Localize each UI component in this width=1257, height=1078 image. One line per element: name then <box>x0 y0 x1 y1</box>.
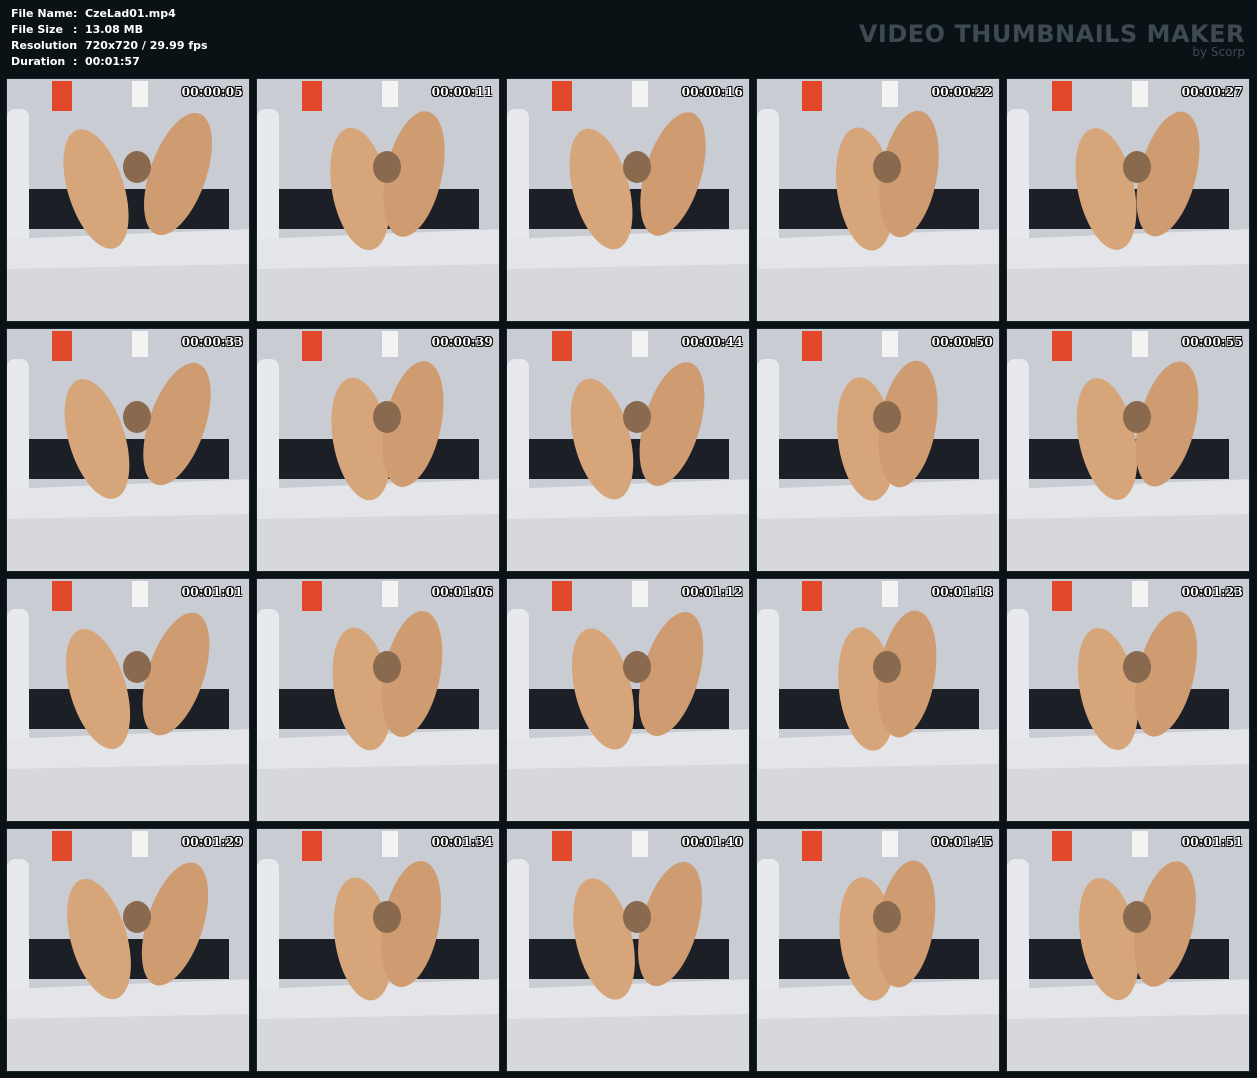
thumbnail-timestamp: 00:00:05 <box>181 85 243 99</box>
info-row-duration: Duration : 00:01:57 <box>11 55 140 68</box>
thumbnail-image <box>7 329 249 571</box>
thumbnail-frame[interactable]: 00:01:12 <box>506 578 750 822</box>
thumbnail-frame[interactable]: 00:00:11 <box>256 78 500 322</box>
thumbnail-timestamp: 00:00:33 <box>181 335 243 349</box>
thumbnail-frame[interactable]: 00:01:01 <box>6 578 250 822</box>
thumbnail-image <box>7 579 249 821</box>
thumbnail-image <box>507 329 749 571</box>
thumbnail-image <box>257 579 499 821</box>
thumbnail-frame[interactable]: 00:01:45 <box>756 828 1000 1072</box>
thumbnail-frame[interactable]: 00:00:16 <box>506 78 750 322</box>
thumbnail-image <box>1007 829 1249 1071</box>
brand-logo: VIDEO THUMBNAILS MAKER by Scorp <box>859 20 1245 58</box>
thumbnail-timestamp: 00:01:18 <box>931 585 993 599</box>
thumbnail-frame[interactable]: 00:01:34 <box>256 828 500 1072</box>
file-info: File Name : CzeLad01.mp4 File Size : 13.… <box>11 6 208 70</box>
info-label: File Size <box>11 23 63 36</box>
thumbnail-frame[interactable]: 00:00:22 <box>756 78 1000 322</box>
info-label: File Name <box>11 7 73 20</box>
thumbnail-frame[interactable]: 00:01:18 <box>756 578 1000 822</box>
info-value: CzeLad01.mp4 <box>85 7 176 20</box>
thumbnail-timestamp: 00:00:16 <box>681 85 743 99</box>
thumbnail-timestamp: 00:00:55 <box>1181 335 1243 349</box>
thumbnail-timestamp: 00:01:01 <box>181 585 243 599</box>
brand-title: VIDEO THUMBNAILS MAKER <box>858 20 1245 48</box>
thumbnail-grid: 00:00:05 00:00:11 00:00:16 00:00:22 00:00:27… <box>6 78 1252 1072</box>
thumbnail-frame[interactable]: 00:00:27 <box>1006 78 1250 322</box>
thumbnail-timestamp: 00:00:11 <box>431 85 493 99</box>
thumbnail-image <box>7 829 249 1071</box>
thumbnail-image <box>757 829 999 1071</box>
thumbnail-frame[interactable]: 00:01:29 <box>6 828 250 1072</box>
thumbnail-image <box>757 79 999 321</box>
thumbnail-frame[interactable]: 00:00:55 <box>1006 328 1250 572</box>
thumbnail-timestamp: 00:00:44 <box>681 335 743 349</box>
thumbnail-image <box>1007 579 1249 821</box>
info-value: 00:01:57 <box>85 55 140 68</box>
info-row-filesize: File Size : 13.08 MB <box>11 23 143 36</box>
thumbnail-timestamp: 00:01:12 <box>681 585 743 599</box>
thumbnail-timestamp: 00:01:29 <box>181 835 243 849</box>
thumbnail-timestamp: 00:01:06 <box>431 585 493 599</box>
thumbnail-image <box>757 579 999 821</box>
thumbnail-timestamp: 00:01:51 <box>1181 835 1243 849</box>
thumbnail-frame[interactable]: 00:00:39 <box>256 328 500 572</box>
thumbnail-timestamp: 00:00:22 <box>931 85 993 99</box>
thumbnail-image <box>7 79 249 321</box>
thumbnail-timestamp: 00:01:34 <box>431 835 493 849</box>
thumbnail-image <box>257 79 499 321</box>
info-value: 720x720 / 29.99 fps <box>85 39 208 52</box>
thumbnail-timestamp: 00:00:50 <box>931 335 993 349</box>
thumbnail-frame[interactable]: 00:00:50 <box>756 328 1000 572</box>
thumbnail-frame[interactable]: 00:01:51 <box>1006 828 1250 1072</box>
thumbnail-frame[interactable]: 00:00:33 <box>6 328 250 572</box>
thumbnail-timestamp: 00:01:23 <box>1181 585 1243 599</box>
info-label: Resolution <box>11 39 78 52</box>
info-label: Duration <box>11 55 66 68</box>
thumbnail-frame[interactable]: 00:00:44 <box>506 328 750 572</box>
thumbnail-image <box>507 579 749 821</box>
thumbnail-timestamp: 00:00:27 <box>1181 85 1243 99</box>
thumbnail-image <box>257 329 499 571</box>
thumbnail-timestamp: 00:01:45 <box>931 835 993 849</box>
thumbnail-timestamp: 00:01:40 <box>681 835 743 849</box>
thumbnail-frame[interactable]: 00:00:05 <box>6 78 250 322</box>
info-row-filename: File Name : CzeLad01.mp4 <box>11 7 176 20</box>
thumbnail-image <box>757 329 999 571</box>
thumbnail-frame[interactable]: 00:01:40 <box>506 828 750 1072</box>
info-value: 13.08 MB <box>85 23 143 36</box>
thumbnail-image <box>507 829 749 1071</box>
thumbnail-image <box>1007 329 1249 571</box>
thumbnail-image <box>507 79 749 321</box>
thumbnail-frame[interactable]: 00:01:06 <box>256 578 500 822</box>
thumbnail-image <box>257 829 499 1071</box>
thumbnail-timestamp: 00:00:39 <box>431 335 493 349</box>
thumbnail-frame[interactable]: 00:01:23 <box>1006 578 1250 822</box>
thumbnail-image <box>1007 79 1249 321</box>
info-row-resolution: Resolution : 720x720 / 29.99 fps <box>11 39 208 52</box>
